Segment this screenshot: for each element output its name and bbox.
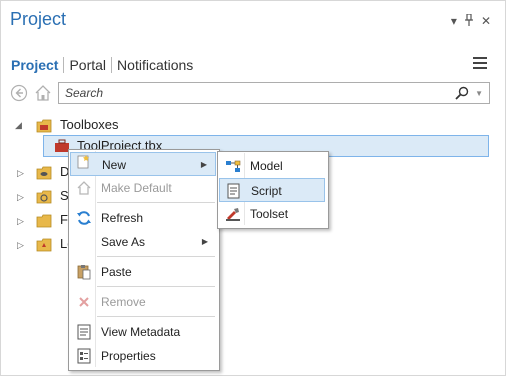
databases-folder-icon bbox=[36, 166, 52, 180]
menu-item-view-metadata[interactable]: View Metadata bbox=[70, 320, 216, 344]
tab-project[interactable]: Project bbox=[11, 57, 63, 73]
tab-notifications[interactable]: Notifications bbox=[112, 57, 198, 73]
expand-triangle-icon[interactable]: ▷ bbox=[17, 216, 24, 227]
submenu-item-model[interactable]: Model bbox=[219, 154, 325, 178]
menu-separator bbox=[97, 256, 215, 257]
pane-title: Project bbox=[10, 9, 67, 29]
expand-triangle-icon[interactable]: ▷ bbox=[17, 168, 24, 179]
chevron-right-icon: ▶ bbox=[201, 237, 208, 246]
menu-separator bbox=[97, 202, 215, 203]
submenu-item-script[interactable]: Script bbox=[219, 178, 325, 202]
menu-item-remove[interactable]: Remove bbox=[70, 290, 216, 314]
paste-icon bbox=[76, 264, 92, 280]
menu-item-make-default[interactable]: Make Default bbox=[70, 176, 216, 200]
search-input[interactable] bbox=[59, 83, 451, 103]
remove-icon bbox=[76, 294, 92, 310]
metadata-icon bbox=[76, 324, 92, 340]
submenu-item-toolset[interactable]: Toolset bbox=[219, 202, 325, 226]
search-field[interactable]: ▼ bbox=[58, 82, 490, 104]
new-icon-graphic bbox=[75, 154, 91, 170]
tab-portal[interactable]: Portal bbox=[64, 57, 111, 73]
expand-triangle-icon[interactable]: ▷ bbox=[17, 240, 24, 251]
back-arrow-icon[interactable] bbox=[10, 84, 28, 102]
pin-icon[interactable] bbox=[464, 13, 473, 28]
chevron-down-icon[interactable]: ▼ bbox=[475, 89, 483, 98]
dropdown-icon[interactable]: ▾ bbox=[451, 15, 457, 27]
menu-item-refresh[interactable]: Refresh bbox=[70, 206, 216, 230]
menu-item-paste[interactable]: Paste bbox=[70, 260, 216, 284]
locators-folder-icon bbox=[36, 238, 52, 252]
folders-folder-icon bbox=[36, 214, 52, 228]
home-icon bbox=[76, 180, 92, 196]
menu-item-save-as[interactable]: Save As ▶ bbox=[70, 230, 216, 254]
styles-folder-icon bbox=[36, 190, 52, 204]
toolset-icon bbox=[225, 206, 241, 222]
project-pane: Project ▾ ✕ Project Portal Notifications… bbox=[0, 0, 506, 376]
expand-triangle-icon[interactable]: ▷ bbox=[17, 192, 24, 203]
context-menu: New ▶ Make Default Refresh Save As ▶ Pas… bbox=[68, 149, 220, 371]
hamburger-menu-icon[interactable] bbox=[473, 57, 487, 69]
menu-item-properties[interactable]: Properties bbox=[70, 344, 216, 368]
search-icon[interactable] bbox=[455, 86, 469, 105]
tree-item-toolboxes[interactable]: Toolboxes bbox=[60, 114, 119, 136]
script-icon bbox=[226, 183, 242, 199]
pane-window-controls: ▾ ✕ bbox=[451, 13, 491, 28]
new-submenu: Model Script Toolset bbox=[217, 151, 329, 229]
menu-separator bbox=[97, 286, 215, 287]
collapse-triangle-icon[interactable]: ◢ bbox=[15, 120, 22, 131]
home-icon[interactable] bbox=[34, 84, 52, 102]
pane-tabs: Project Portal Notifications bbox=[11, 57, 198, 73]
model-icon bbox=[225, 158, 241, 174]
close-icon[interactable]: ✕ bbox=[481, 15, 491, 27]
menu-item-new[interactable]: New ▶ bbox=[70, 152, 216, 176]
refresh-icon bbox=[76, 210, 92, 226]
toolbox-folder-icon bbox=[36, 119, 52, 133]
properties-icon bbox=[76, 348, 92, 364]
menu-separator bbox=[97, 316, 215, 317]
chevron-right-icon: ▶ bbox=[200, 160, 207, 169]
